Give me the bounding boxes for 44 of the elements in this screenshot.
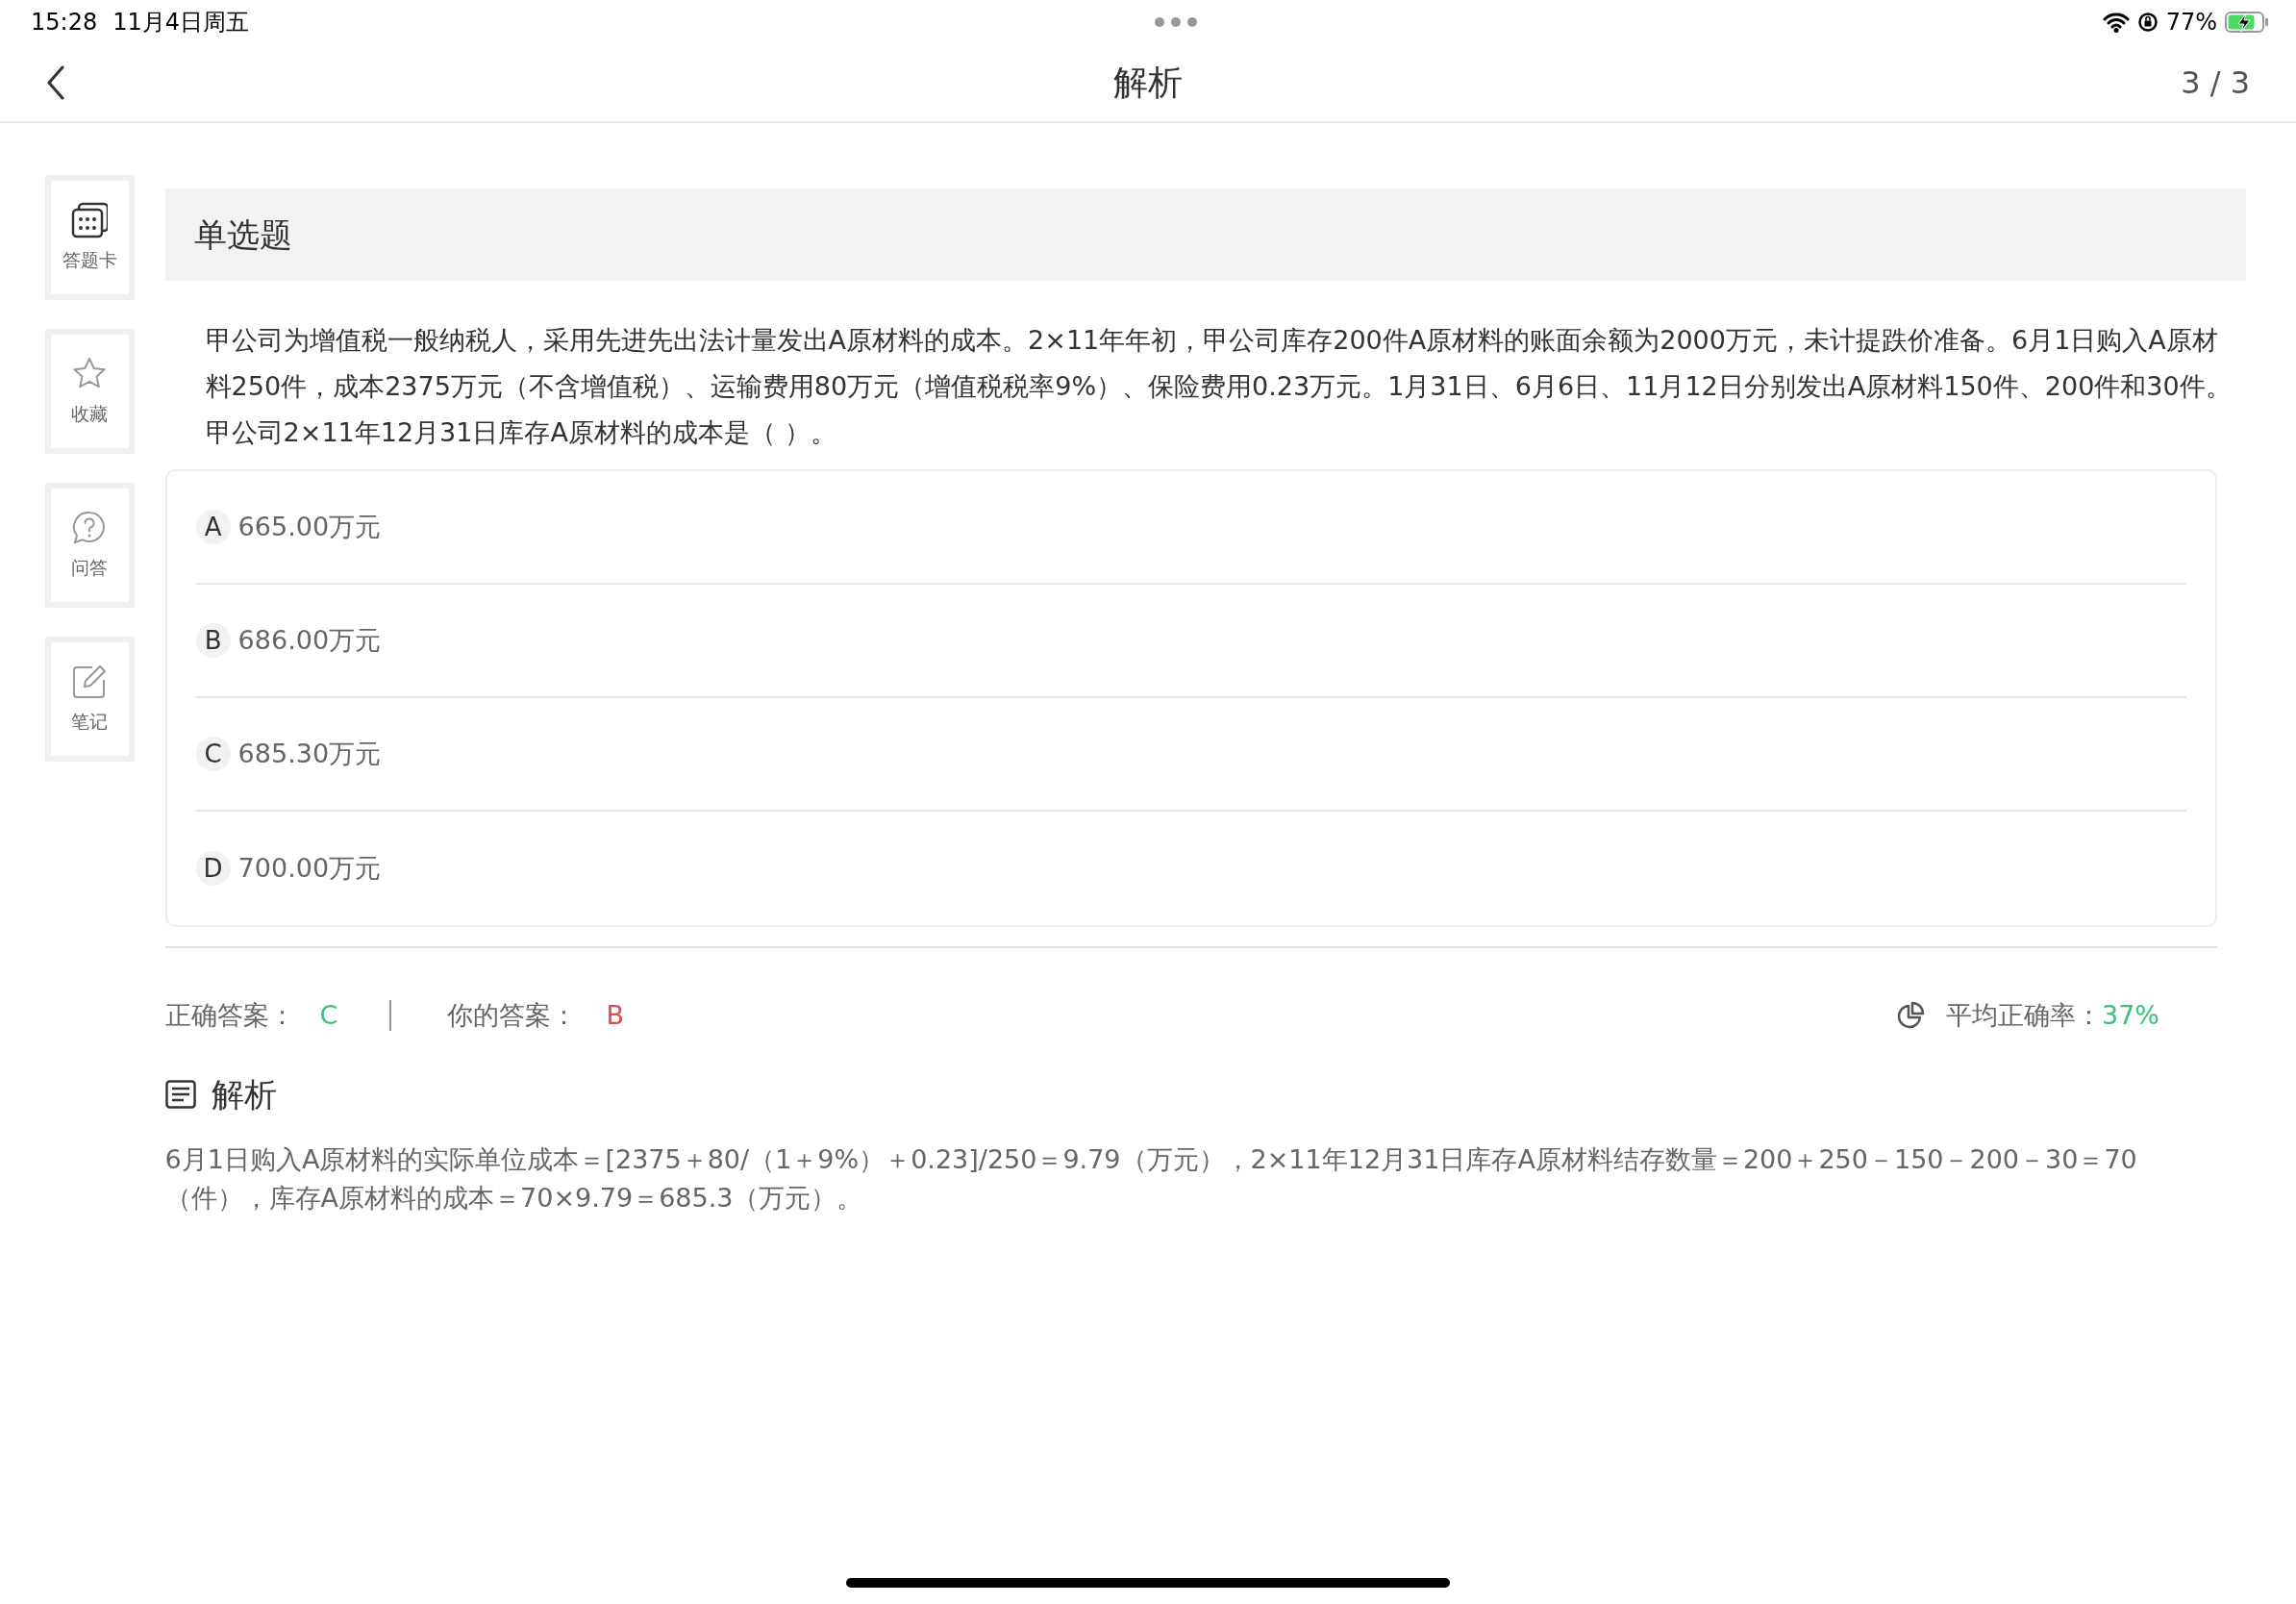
analysis-text: 6月1日购入A原材料的实际单位成本＝[2375＋80/（1＋9%）＋0.23]/250＝9.79（万元），2×11年12月31日库存A原材料结存数量＝200＋250－150－200－30＝70（件），库存A原材料的成本＝70×9.79＝685.3（万元）。 <box>164 1142 2138 1215</box>
correct-answer-label: 正确答案： <box>164 999 295 1032</box>
status-date: 11月4日周五 <box>112 8 249 38</box>
option-text: 665.00万元 <box>237 510 382 543</box>
sidebar-button[interactable]: 笔记 <box>45 637 135 762</box>
back-icon[interactable] <box>46 65 65 100</box>
option-row[interactable]: D 700.00万元 <box>195 812 2186 925</box>
average-rate-label: 平均正确率： <box>1946 999 2102 1032</box>
status-time: 15:28 <box>31 8 98 38</box>
more-dots-icon <box>1153 16 1198 28</box>
sidebar-label: 问答 <box>71 555 109 580</box>
correct-answer-value: C <box>319 999 338 1032</box>
wifi-icon <box>2102 12 2130 33</box>
page-title: 解析 <box>1113 62 1183 104</box>
sidebar-label: 笔记 <box>71 709 109 734</box>
option-row[interactable]: C 685.30万元 <box>195 698 2186 812</box>
option-row[interactable]: A 665.00万元 <box>195 471 2186 585</box>
option-letter: D <box>195 851 231 886</box>
analysis-title: 解析 <box>211 1073 277 1115</box>
sidebar-label: 收藏 <box>71 401 109 426</box>
battery-percent: 77% <box>2165 8 2217 38</box>
average-rate-value: 37% <box>2102 999 2159 1032</box>
option-row[interactable]: B 686.00万元 <box>195 585 2186 698</box>
edit-note-icon <box>71 663 109 700</box>
sidebar-button[interactable]: 问答 <box>45 483 135 608</box>
document-lines-icon <box>164 1080 196 1109</box>
option-letter: C <box>195 737 231 771</box>
option-text: 686.00万元 <box>237 623 382 657</box>
answer-card-icon <box>71 201 109 238</box>
sidebar-button[interactable]: 收藏 <box>45 329 135 454</box>
option-letter: B <box>195 623 231 658</box>
pie-chart-icon <box>1896 1001 1925 1031</box>
option-text: 700.00万元 <box>237 851 382 885</box>
your-answer-label: 你的答案： <box>447 999 578 1032</box>
option-text: 685.30万元 <box>237 737 382 770</box>
sidebar-label: 答题卡 <box>62 247 117 272</box>
your-answer-value: B <box>606 999 624 1032</box>
question-counter: 3 / 3 <box>2181 63 2250 103</box>
sidebar-button[interactable]: 答题卡 <box>45 175 135 300</box>
rotation-lock-icon <box>2136 12 2159 33</box>
question-text: 甲公司为增值税一般纳税人，采用先进先出法计量发出A原材料的成本。2×11年年初，甲公司库存200件A原材料的账面余额为2000万元，未计提跌价准备。6月1日购入A原材料250件，成本2375万元（不含增值税）、运输费用80万元（增值税税率9%）、保险费用0.23万元。1月31日、6月6日、11月12日分别发出A原材料150件、200件和30件。甲公司2×11年12月31日库存A原材料的成本是（ ）。 <box>204 324 2233 449</box>
battery-charging-icon <box>2225 12 2269 33</box>
question-type: 单选题 <box>193 213 292 256</box>
option-letter: A <box>195 510 231 544</box>
